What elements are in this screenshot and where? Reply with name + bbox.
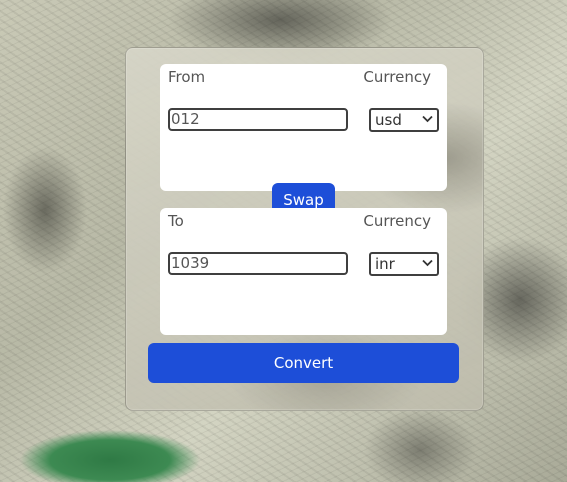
from-currency-value: usd bbox=[375, 111, 402, 129]
from-currency-label: Currency bbox=[363, 68, 431, 86]
from-amount-input[interactable]: 012 bbox=[168, 108, 348, 131]
to-currency-label: Currency bbox=[363, 212, 431, 230]
to-label: To bbox=[168, 212, 184, 230]
currency-converter-card: From Currency 012 usd Swap To Currency 1… bbox=[125, 47, 484, 411]
convert-button[interactable]: Convert bbox=[148, 343, 459, 383]
to-currency-select[interactable]: inr bbox=[369, 252, 439, 276]
from-currency-select[interactable]: usd bbox=[369, 108, 439, 132]
from-label: From bbox=[168, 68, 206, 86]
to-currency-value: inr bbox=[375, 255, 395, 273]
chevron-down-icon bbox=[422, 115, 433, 123]
chevron-down-icon bbox=[422, 259, 433, 267]
to-panel: To Currency 1039 inr bbox=[160, 208, 447, 335]
from-panel: From Currency 012 usd bbox=[160, 64, 447, 191]
to-amount-input[interactable]: 1039 bbox=[168, 252, 348, 275]
